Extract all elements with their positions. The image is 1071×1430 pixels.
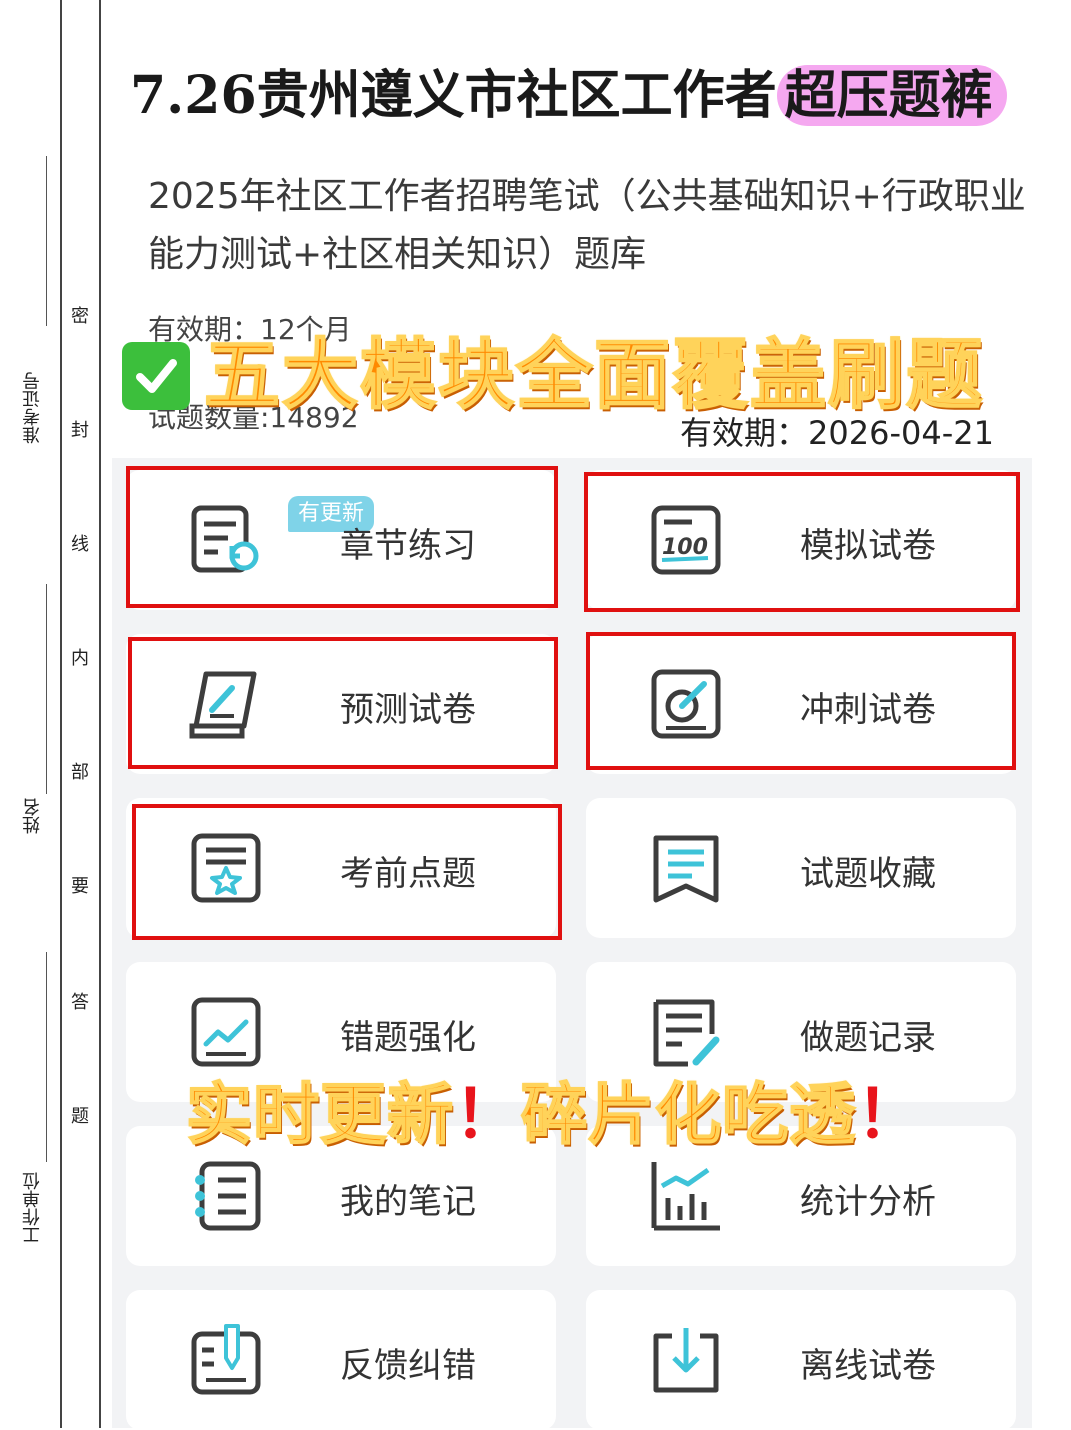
side-seal-char: 题: [71, 1106, 89, 1127]
side-seal-char: 密: [71, 306, 89, 327]
module-panel: 有更新 章节练习 100 模拟试卷 预测试卷 冲刺试卷 考前点题 试题收藏 错题…: [112, 458, 1032, 1430]
notebook-icon: [188, 1158, 264, 1234]
margin-tick: [46, 952, 47, 1162]
module-sprint-exam[interactable]: 冲刺试卷: [586, 634, 1016, 774]
exclamation-icon: ！: [454, 1075, 521, 1153]
banner-bottom: 实时更新！碎片化吃透！: [185, 1070, 923, 1158]
module-label: 离线试卷: [800, 1346, 936, 1386]
module-mock-exam[interactable]: 100 模拟试卷: [586, 470, 1016, 610]
side-seal-char: 封: [71, 420, 89, 441]
page-title-main: 7.26贵州遵义市社区工作者: [130, 65, 777, 126]
scroll-pen-icon: [188, 666, 264, 742]
score-100-icon: 100: [648, 502, 724, 578]
check-mark-icon: [122, 342, 190, 410]
module-label: 反馈纠错: [340, 1346, 476, 1386]
margin-line-inner: [99, 0, 101, 1428]
banner-bottom-part2: 碎片化吃透: [520, 1074, 856, 1154]
module-label: 统计分析: [800, 1182, 936, 1222]
module-label: 模拟试卷: [800, 526, 936, 566]
module-feedback[interactable]: 反馈纠错: [126, 1290, 556, 1430]
module-label: 我的笔记: [340, 1182, 476, 1222]
side-label-exam-number: 准考证号: [22, 372, 43, 444]
banner-bottom-part1: 实时更新: [185, 1074, 454, 1154]
bar-chart-icon: [648, 1158, 724, 1234]
product-name: 2025年社区工作者招聘笔试（公共基础知识+行政职业能力测试+社区相关知识）题库: [148, 176, 1026, 275]
module-offline-exam[interactable]: 离线试卷: [586, 1290, 1016, 1430]
star-document-icon: [188, 830, 264, 906]
margin-tick: [46, 584, 47, 794]
list-refresh-icon: [188, 502, 264, 578]
module-label: 做题记录: [800, 1018, 936, 1058]
record-pen-icon: [648, 994, 724, 1070]
side-label-name: 姓名: [22, 798, 43, 834]
svg-text:100: 100: [662, 535, 708, 560]
side-seal-char: 内: [71, 648, 89, 669]
module-label: 错题强化: [340, 1018, 476, 1058]
module-favorites[interactable]: 试题收藏: [586, 798, 1016, 938]
module-label: 冲刺试卷: [800, 690, 936, 730]
trend-chart-icon: [188, 994, 264, 1070]
module-label: 考前点题: [340, 854, 476, 894]
module-key-points[interactable]: 考前点题: [126, 798, 556, 938]
side-seal-char: 答: [71, 992, 89, 1013]
side-label-organization: 工作单位: [22, 1172, 43, 1244]
module-label: 试题收藏: [800, 854, 936, 894]
page-title: 7.26贵州遵义市社区工作者 超压题裤: [130, 58, 1007, 134]
download-icon: [648, 1322, 724, 1398]
module-chapter-practice[interactable]: 有更新 章节练习: [126, 470, 556, 610]
module-prediction-exam[interactable]: 预测试卷: [126, 634, 556, 774]
target-pen-icon: [648, 666, 724, 742]
module-label: 章节练习: [340, 526, 476, 566]
bookmark-icon: [648, 830, 724, 906]
banner-top: 五大模块全面覆盖刷题: [203, 329, 984, 420]
margin-line-outer: [60, 0, 62, 1428]
feedback-pen-icon: [188, 1322, 264, 1398]
side-seal-char: 部: [71, 762, 89, 783]
module-label: 预测试卷: [340, 690, 476, 730]
side-seal-char: 要: [71, 876, 89, 897]
side-seal-char: 线: [71, 534, 89, 555]
exclamation-icon: ！: [856, 1075, 923, 1153]
margin-tick: [46, 156, 47, 326]
page-title-highlight: 超压题裤: [776, 65, 1007, 126]
